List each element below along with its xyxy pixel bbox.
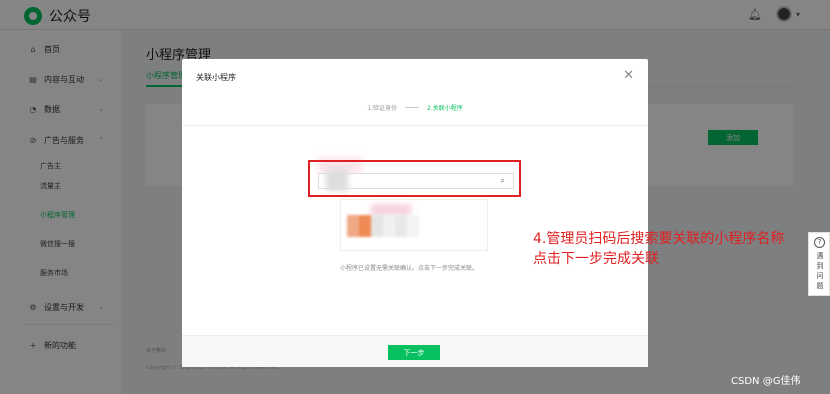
link-miniprogram-dialog: 关联小程序 ✕ 1.验证身份 2.关联小程序 ⌕ 小程序已设置无需关联确认。点击… <box>182 59 648 367</box>
watermark: CSDN @G佳伟 <box>731 376 801 387</box>
help-floating-button[interactable]: ? 遇到问题 <box>808 232 830 296</box>
next-button[interactable]: 下一步 <box>388 345 440 360</box>
annotation-line-2: 点击下一步完成关联 <box>533 251 659 267</box>
step-link: 2.关联小程序 <box>427 105 463 112</box>
question-icon: ? <box>814 237 825 248</box>
dialog-title: 关联小程序 <box>196 73 236 82</box>
step-connector <box>405 107 419 108</box>
hint-text: 小程序已设置无需关联确认。点击下一步完成关联。 <box>340 265 479 272</box>
annotation-line-1: 4.管理员扫码后搜索要关联的小程序名称 <box>533 231 785 247</box>
close-icon[interactable]: ✕ <box>623 68 634 83</box>
annotation-text: 4.管理员扫码后搜索要关联的小程序名称 点击下一步完成关联 <box>533 229 813 269</box>
highlight-box <box>308 160 521 197</box>
dialog-footer: 下一步 <box>182 335 648 367</box>
search-result-card[interactable] <box>340 199 488 251</box>
divider <box>182 125 648 126</box>
redacted-miniprogram-name <box>347 215 419 237</box>
step-verify: 1.验证身份 <box>367 105 397 112</box>
help-label: 遇到问题 <box>816 252 824 290</box>
step-indicator: 1.验证身份 2.关联小程序 <box>182 103 648 112</box>
